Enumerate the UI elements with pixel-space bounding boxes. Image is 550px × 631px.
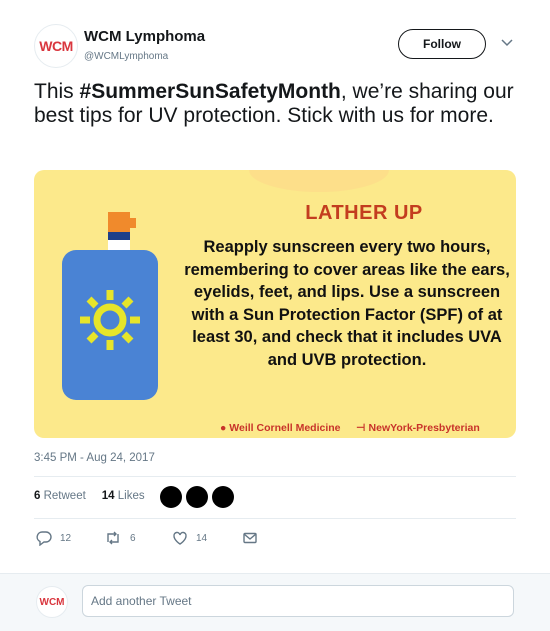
weill-cornell-logo: ● Weill Cornell Medicine	[220, 422, 341, 434]
like-action[interactable]: 14	[172, 530, 207, 546]
display-name[interactable]: WCM Lymphoma	[84, 28, 205, 45]
likes-label[interactable]: Likes	[118, 490, 145, 502]
nyp-logo-text: NewYork-Presbyterian	[368, 422, 480, 434]
reply-action[interactable]: 12	[36, 530, 71, 546]
avatar[interactable]: WCM	[34, 24, 78, 68]
liker-avatar[interactable]	[160, 486, 182, 508]
hashtag-link[interactable]: #SummerSunSafetyMonth	[80, 80, 341, 103]
divider	[34, 476, 516, 477]
likes-count[interactable]: 14	[102, 490, 115, 502]
message-action[interactable]	[242, 530, 258, 546]
like-count: 14	[196, 532, 208, 544]
weill-cornell-logo-text: Weill Cornell Medicine	[229, 422, 341, 434]
nyp-logo: ⊣ NewYork-Presbyterian	[356, 422, 480, 434]
divider	[34, 518, 516, 519]
retweet-count[interactable]: 6	[34, 490, 40, 502]
timestamp[interactable]: 3:45 PM - Aug 24, 2017	[34, 452, 155, 464]
tweet-text-prefix: This	[34, 80, 80, 103]
retweet-action[interactable]: 6	[104, 530, 136, 546]
tweet-image[interactable]: LATHER UP Reapply sunscreen every two ho…	[34, 170, 516, 438]
liker-avatars[interactable]	[160, 486, 234, 508]
envelope-icon[interactable]	[242, 530, 258, 546]
reply-icon[interactable]	[36, 530, 52, 546]
retweet-action-count: 6	[130, 532, 136, 544]
tweet-text: This #SummerSunSafetyMonth, we’re sharin…	[34, 80, 514, 128]
liker-avatar[interactable]	[212, 486, 234, 508]
retweet-icon[interactable]	[104, 530, 122, 546]
card-body-text: Reapply sunscreen every two hours, remem…	[184, 238, 510, 369]
follow-button[interactable]: Follow	[398, 29, 486, 59]
chevron-down-icon[interactable]	[500, 38, 514, 48]
retweet-label[interactable]: Retweet	[44, 490, 86, 502]
card-title: LATHER UP	[305, 202, 423, 224]
reply-avatar: WCM	[36, 586, 68, 618]
reply-input[interactable]	[82, 585, 514, 617]
engagement-stats: 6 Retweet 14 Likes	[34, 490, 145, 502]
liker-avatar[interactable]	[186, 486, 208, 508]
heart-icon[interactable]	[172, 530, 188, 546]
user-handle[interactable]: @WCMLymphoma	[84, 51, 168, 62]
reply-count: 12	[60, 532, 72, 544]
